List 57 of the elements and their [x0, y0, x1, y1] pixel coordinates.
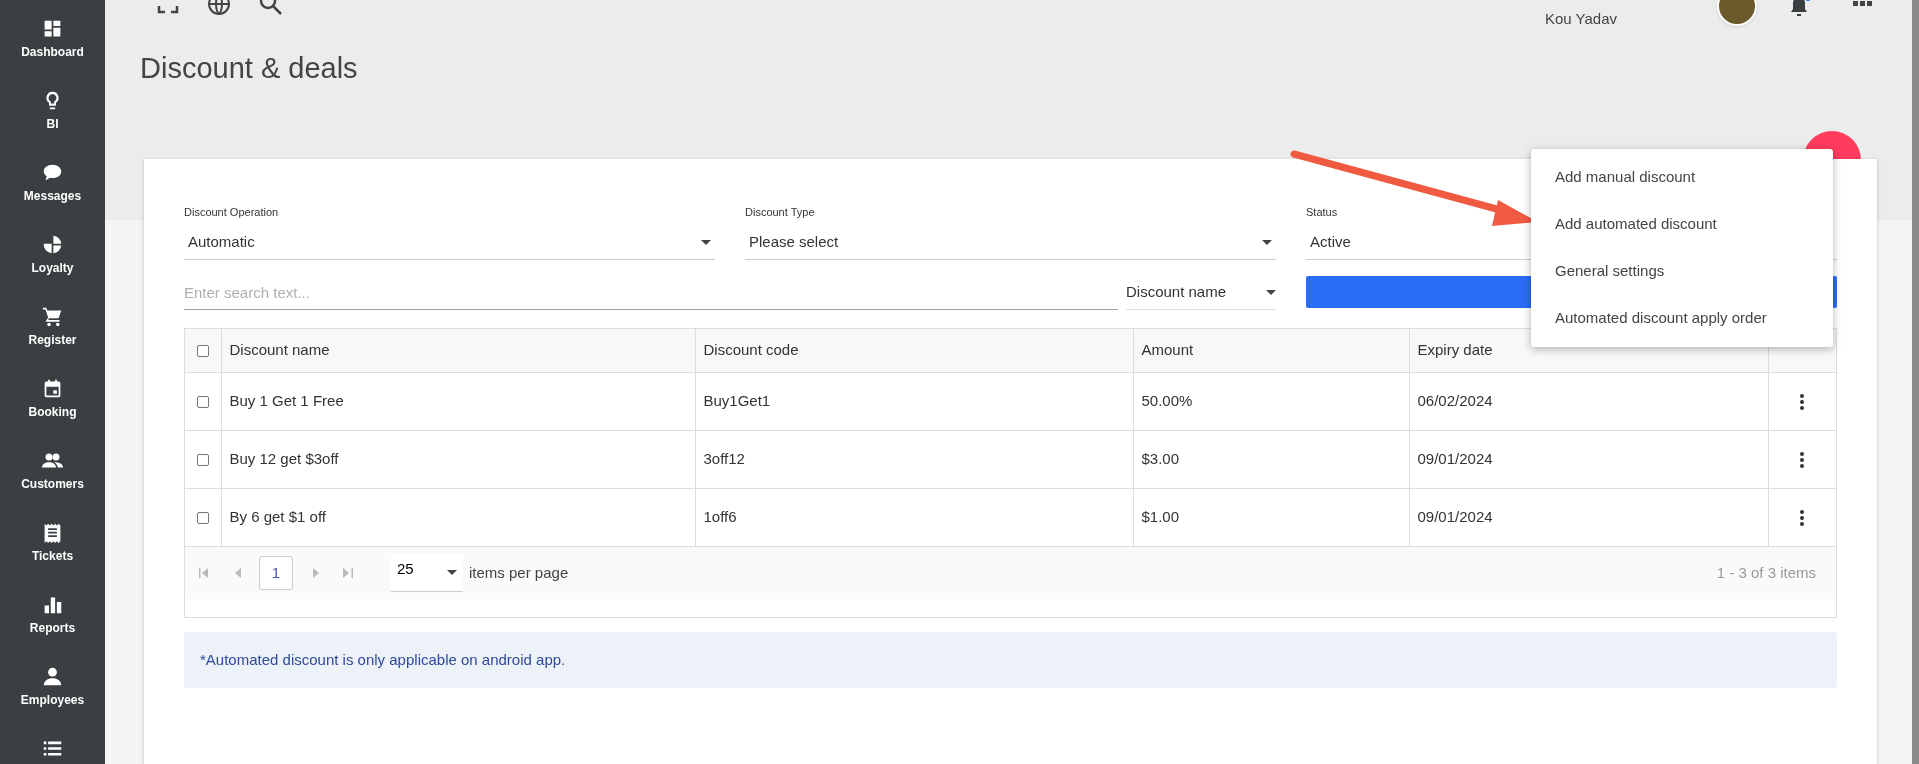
more-options-icon[interactable]: [1800, 393, 1805, 410]
sidebar-item[interactable]: Tickets: [31, 522, 74, 594]
filter-label: Status: [1306, 205, 1339, 220]
dashboard-tiles-icon: [42, 18, 63, 39]
table-cell: 06/02/2024: [1409, 372, 1768, 430]
search-field-dropdown[interactable]: Discount name: [1126, 276, 1276, 310]
table-cell: 09/01/2024: [1409, 430, 1768, 488]
sidebar-item[interactable]: Register: [28, 306, 77, 378]
sidebar-item[interactable]: Loyalty: [31, 234, 74, 306]
receipt-icon: [42, 522, 63, 543]
table-cell: 3off12: [695, 430, 1133, 488]
checkbox[interactable]: [196, 345, 209, 358]
sidebar-item[interactable]: Dashboard: [21, 18, 84, 90]
page-title: Discount & deals: [140, 51, 359, 86]
caret-icon: [1266, 290, 1276, 295]
caret-icon: [1262, 240, 1272, 245]
filter-label: Discount Operation: [184, 205, 280, 220]
menu-item[interactable]: Add manual discount: [1531, 154, 1833, 201]
menu-item[interactable]: General settings: [1531, 248, 1833, 295]
pie-chart-icon: [42, 234, 63, 255]
notice-message: *Automated discount is only applicable on android app.: [184, 632, 1837, 688]
pager-summary: 1 - 3 of 3 items: [1716, 562, 1816, 583]
user-name: Kou Yadav: [1545, 9, 1617, 29]
caret-icon: [447, 570, 457, 575]
column-header[interactable]: Amount: [1133, 329, 1409, 372]
sidebar-item[interactable]: Booking: [28, 378, 77, 450]
column-header[interactable]: Discount code: [695, 329, 1133, 372]
checkbox[interactable]: [196, 395, 209, 408]
sidebar-item[interactable]: Employees: [20, 666, 85, 738]
cart-icon: [42, 306, 63, 327]
table-cell: Buy 12 get $3off: [221, 430, 695, 488]
checkbox[interactable]: [196, 453, 209, 466]
caret-icon: [701, 240, 711, 245]
sidebar-item[interactable]: Customers: [21, 450, 84, 522]
filter-dropdown[interactable]: Please select: [745, 226, 1276, 260]
sidebar-item[interactable]: BI: [42, 90, 63, 162]
more-options-icon[interactable]: [1800, 451, 1805, 468]
table-cell: 50.00%: [1133, 372, 1409, 430]
calendar-icon: [42, 378, 63, 399]
table-cell: Buy1Get1: [695, 372, 1133, 430]
person-icon: [42, 666, 63, 687]
filter-dropdown[interactable]: Automatic: [184, 226, 715, 260]
scrollbar[interactable]: [1912, 0, 1919, 764]
search-field[interactable]: Enter search text...: [184, 276, 1118, 310]
chat-bubble-icon: [42, 162, 63, 183]
page-size-label: items per page: [469, 562, 569, 583]
column-header[interactable]: Discount name: [221, 329, 695, 372]
page-size-dropdown[interactable]: 25: [391, 554, 463, 592]
table-cell: $3.00: [1133, 430, 1409, 488]
sidebar-item[interactable]: Reports: [29, 594, 76, 666]
page-number-button[interactable]: 1: [259, 556, 293, 590]
more-options-icon[interactable]: [1800, 510, 1805, 527]
sidebar-item[interactable]: Messages: [23, 162, 82, 234]
checkbox[interactable]: [196, 512, 209, 525]
table-cell: Buy 1 Get 1 Free: [221, 372, 695, 430]
filter-label: Discount Type: [745, 205, 816, 220]
menu-item[interactable]: Add automated discount: [1531, 201, 1833, 248]
